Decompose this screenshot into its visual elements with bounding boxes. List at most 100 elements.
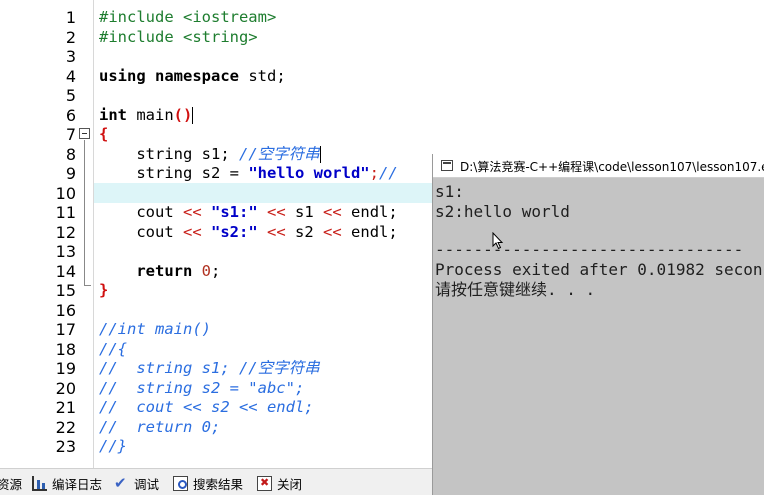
line-number: 4	[65, 66, 76, 86]
code-line: #include <iostream>	[99, 8, 276, 28]
code-token: endl;	[341, 222, 398, 241]
code-token: <<	[323, 203, 342, 221]
code-line: // string s1; //空字符串	[99, 359, 320, 379]
line-number: 19	[55, 359, 76, 378]
console-output-line: s2:hello world	[435, 202, 570, 221]
code-token: }	[99, 281, 109, 299]
tab-resources[interactable]: 资源	[0, 473, 22, 493]
code-token: string s1;	[99, 144, 239, 163]
console-app-icon	[441, 160, 453, 171]
code-token: "s2:"	[211, 222, 258, 241]
code-line: // string s2 = "abc";	[99, 379, 304, 399]
bottom-panel-tabs: 资源 编译日志 调试 搜索结果 关闭	[0, 468, 432, 495]
line-number: 9	[65, 164, 76, 183]
text-caret	[192, 106, 194, 124]
code-token: "s1:"	[211, 203, 258, 221]
tab-compile-log[interactable]: 编译日志	[32, 473, 102, 493]
code-token: <<	[267, 203, 286, 221]
code-line: // return 0;	[99, 418, 220, 438]
fold-guide-end	[84, 285, 91, 286]
compile-log-icon	[32, 475, 47, 491]
console-prompt: 请按任意键继续. . .	[435, 280, 596, 299]
code-token: ;	[369, 164, 379, 182]
mouse-cursor-icon	[492, 232, 504, 250]
line-number: 15	[55, 281, 76, 300]
line-number: 14	[55, 261, 76, 281]
code-token: int	[99, 105, 127, 124]
code-line: {	[99, 125, 108, 145]
code-token: // return 0;	[99, 417, 221, 436]
gutter-divider	[93, 0, 94, 468]
code-token: // cout << s2 << endl;	[99, 398, 314, 416]
code-token: main	[127, 105, 174, 124]
code-token: ()	[173, 105, 193, 124]
tab-search-results-label: 搜索结果	[193, 476, 244, 492]
console-separator: --------------------------------	[435, 240, 744, 259]
line-number: 23	[55, 437, 76, 456]
code-token: s2	[285, 222, 324, 241]
console-titlebar[interactable]: D:\算法竞赛-C++编程课\code\lesson107\lesson107.…	[433, 154, 764, 178]
line-number: 16	[55, 300, 76, 320]
console-window[interactable]: D:\算法竞赛-C++编程课\code\lesson107\lesson107.…	[432, 154, 764, 495]
line-number: 8	[65, 144, 76, 164]
code-token: //	[378, 164, 398, 182]
tab-compile-log-label: 编译日志	[52, 476, 103, 492]
line-number: 10	[55, 183, 76, 203]
code-line: }	[99, 281, 108, 301]
fold-toggle-icon[interactable]	[79, 128, 90, 139]
code-line: cout << "s2:" << s2 << endl;	[99, 222, 398, 243]
code-line: //}	[99, 437, 127, 457]
code-line: #include <string>	[99, 28, 258, 48]
code-token: namespace	[155, 66, 240, 85]
line-number: 21	[55, 398, 76, 417]
text-caret	[319, 145, 321, 163]
console-exit-message: Process exited after 0.01982 secon	[435, 260, 763, 279]
code-line: //{	[99, 340, 127, 360]
line-number: 20	[55, 378, 76, 398]
tab-debug[interactable]: 调试	[114, 473, 159, 493]
code-token: <<	[323, 222, 342, 241]
debug-check-icon	[114, 474, 129, 492]
tab-search-results[interactable]: 搜索结果	[173, 473, 243, 493]
code-line: string s2 = "hello world";//	[99, 164, 398, 184]
tab-close[interactable]: 关闭	[257, 473, 302, 493]
tab-debug-label: 调试	[134, 476, 160, 492]
code-token: 0	[201, 261, 212, 280]
code-token: endl;	[341, 203, 398, 221]
code-token: cout	[99, 203, 183, 221]
code-token: cout	[99, 222, 183, 241]
code-token: std;	[239, 66, 286, 85]
line-number: 18	[55, 339, 76, 359]
code-line: string s1; //空字符串	[99, 145, 321, 165]
line-number: 5	[65, 86, 76, 105]
code-line: cout << "s1:" << s1 << endl;	[99, 203, 398, 223]
code-token: <<	[267, 222, 286, 241]
tab-close-label: 关闭	[277, 476, 303, 492]
line-number: 2	[65, 27, 76, 47]
code-token: <<	[183, 222, 202, 241]
console-output-line: s1:	[435, 182, 464, 201]
tab-resources-label: 资源	[0, 476, 23, 492]
line-number: 11	[55, 203, 76, 222]
code-line: //int main()	[99, 320, 211, 340]
code-token: s1	[285, 203, 324, 221]
line-number: 13	[55, 242, 76, 261]
close-icon	[257, 475, 272, 491]
line-number: 17	[55, 320, 76, 339]
code-token: "hello world"	[248, 164, 370, 182]
line-number: 12	[55, 222, 76, 242]
search-results-icon	[173, 475, 188, 491]
code-token: {	[99, 125, 109, 143]
code-token: //}	[99, 437, 127, 455]
console-title: D:\算法竞赛-C++编程课\code\lesson107\lesson107.…	[460, 160, 764, 174]
code-token: #include <string>	[99, 27, 258, 46]
code-token: <<	[183, 203, 202, 221]
code-token: //{	[99, 339, 127, 358]
code-line: int main()	[99, 105, 194, 126]
